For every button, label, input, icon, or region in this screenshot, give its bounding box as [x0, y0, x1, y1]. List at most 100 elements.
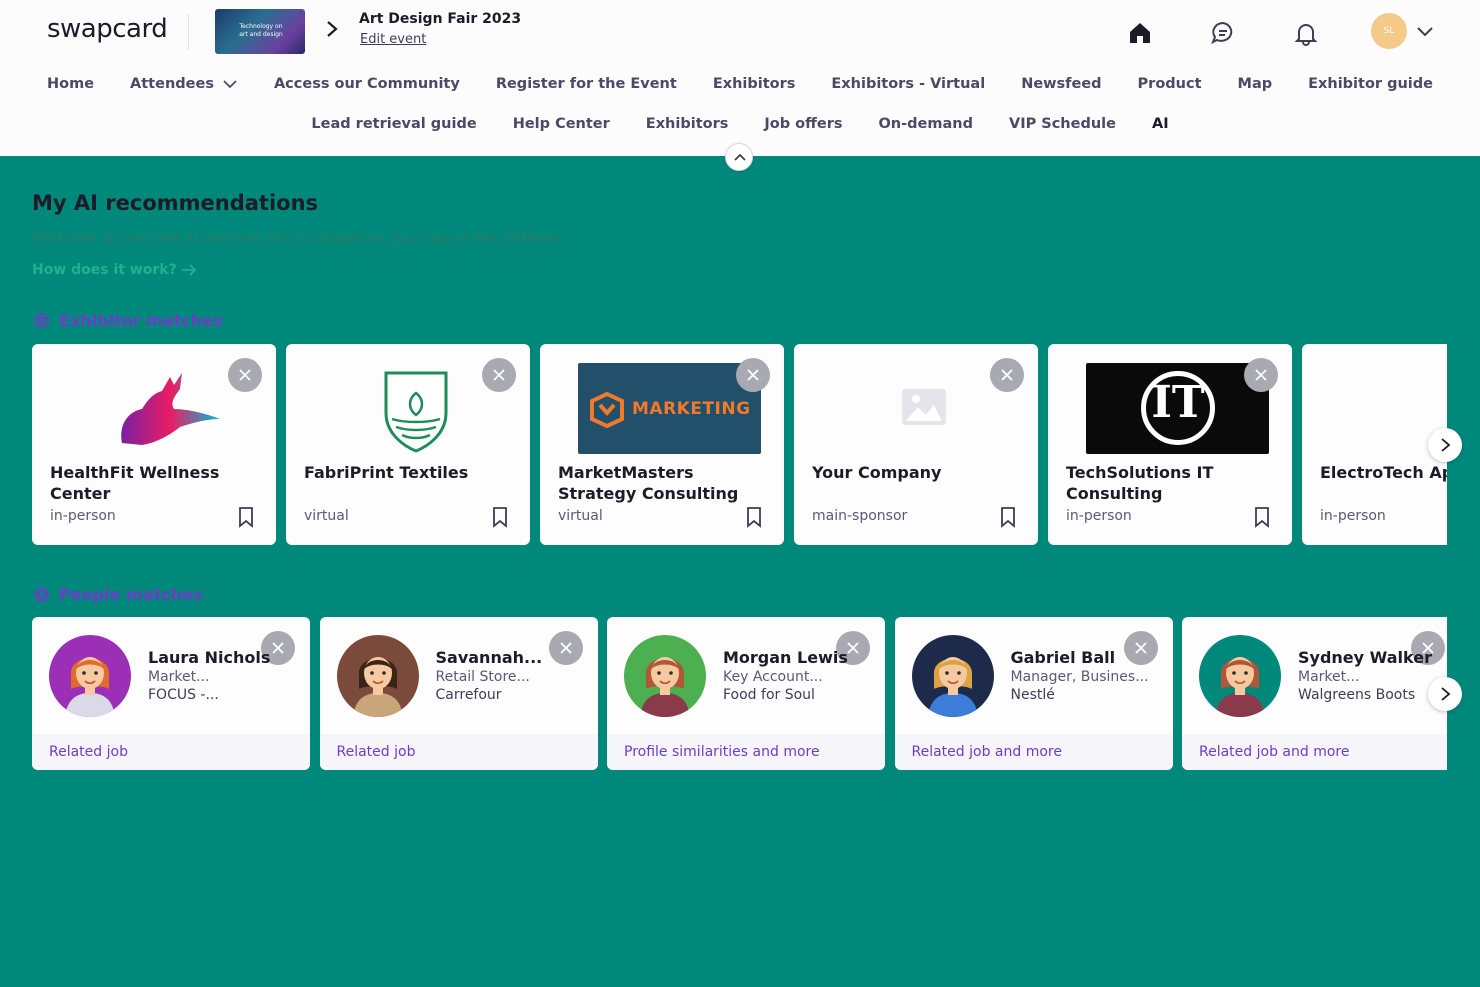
chevron-up-icon: [734, 153, 746, 161]
person-avatar: [1199, 635, 1281, 717]
collapse-nav-button[interactable]: [725, 143, 753, 171]
nav-item-ai[interactable]: AI: [1152, 116, 1169, 132]
exhibitor-card[interactable]: ElectroTech Ap in-person: [1302, 344, 1447, 545]
person-name: Laura Nichols: [148, 648, 271, 667]
scroll-right-button[interactable]: [1428, 428, 1462, 462]
nav-item-product[interactable]: Product: [1138, 76, 1202, 92]
marketing-logo-mark: [590, 391, 624, 429]
nav-item-register[interactable]: Register for the Event: [496, 76, 677, 92]
match-reason[interactable]: Related job and more: [1182, 734, 1447, 770]
exhibitor-type: main-sponsor: [812, 508, 908, 524]
home-icon[interactable]: [1127, 20, 1153, 46]
edit-event-link[interactable]: Edit event: [360, 32, 426, 47]
nav-item-access-community[interactable]: Access our Community: [274, 76, 460, 92]
bookmark-icon[interactable]: [491, 506, 509, 528]
bookmark-icon[interactable]: [1253, 506, 1271, 528]
nav-item-exhibitors-2[interactable]: Exhibitors: [646, 116, 729, 132]
page-title: My AI recommendations: [32, 191, 319, 215]
close-icon: [239, 369, 251, 381]
match-reason[interactable]: Profile similarities and more: [607, 734, 885, 770]
event-thumbnail[interactable]: Technology on art and design: [215, 9, 305, 54]
chevron-down-icon: [223, 80, 237, 89]
person-company: Carrefour: [435, 687, 502, 703]
chevron-down-icon[interactable]: [1414, 20, 1436, 42]
person-role: Key Account...: [723, 669, 823, 685]
nav-item-on-demand[interactable]: On-demand: [878, 116, 972, 132]
person-card[interactable]: Laura Nichols Market... FOCUS -... Related …: [32, 617, 310, 770]
nav-item-exhibitors-virtual[interactable]: Exhibitors - Virtual: [831, 76, 985, 92]
deer-logo: [121, 373, 220, 445]
nav-item-newsfeed[interactable]: Newsfeed: [1021, 76, 1101, 92]
nav-label: On-demand: [878, 116, 973, 132]
bell-icon[interactable]: [1293, 20, 1319, 46]
nav-item-lead-retrieval[interactable]: Lead retrieval guide: [311, 116, 476, 132]
nav-item-exhibitor-guide[interactable]: Exhibitor guide: [1308, 76, 1433, 92]
arrow-right-icon: [181, 264, 197, 276]
chevron-right-icon: [1441, 438, 1451, 452]
person-card[interactable]: Savannah... Retail Store... Carrefour Relat…: [319, 617, 598, 770]
nav-label: Product: [1137, 76, 1202, 92]
user-avatar[interactable]: SL: [1371, 13, 1407, 49]
person-card[interactable]: Gabriel Ball Manager, Busines... Nestlé Rel…: [894, 617, 1173, 770]
exhibitor-name: TechSolutions IT Consulting: [1066, 463, 1214, 503]
exhibitor-card[interactable]: HealthFit Wellness Center in-person: [32, 344, 276, 545]
nav-item-exhibitors[interactable]: Exhibitors: [713, 76, 796, 92]
dismiss-button[interactable]: [1123, 631, 1158, 665]
person-card[interactable]: Sydney Walker Market... Walgreens Boots Rel…: [1182, 617, 1447, 770]
bookmark-icon[interactable]: [745, 506, 763, 528]
scroll-right-button[interactable]: [1428, 677, 1462, 711]
it-logo-text: IT: [1151, 377, 1205, 428]
person-avatar: [911, 635, 994, 717]
exhibitor-card[interactable]: FabriPrint Textiles virtual: [286, 344, 530, 545]
person-role: Market...: [148, 669, 210, 685]
nav-item-help-center[interactable]: Help Center: [513, 116, 610, 132]
nav-item-map[interactable]: Map: [1238, 76, 1273, 92]
section-label: People matches: [59, 585, 203, 604]
dismiss-button[interactable]: [228, 358, 262, 392]
nav-item-job-offers[interactable]: Job offers: [764, 116, 842, 132]
nav-label: Lead retrieval guide: [311, 116, 477, 132]
close-icon: [747, 369, 759, 381]
match-reason[interactable]: Related job: [319, 734, 598, 770]
chat-icon[interactable]: [1210, 20, 1236, 46]
bookmark-icon[interactable]: [999, 506, 1017, 528]
dismiss-button[interactable]: [736, 358, 770, 392]
close-icon: [493, 369, 505, 381]
nav-item-attendees[interactable]: Attendees: [130, 76, 238, 92]
how-does-it-work-link[interactable]: How does it work?: [32, 262, 197, 278]
nav-label: AI: [1151, 116, 1169, 132]
swapcard-logo[interactable]: swapcard: [47, 14, 168, 44]
dismiss-button[interactable]: [1244, 358, 1278, 392]
dismiss-button[interactable]: [990, 358, 1024, 392]
marketing-logo-text: MARKETING: [632, 399, 751, 419]
match-reason[interactable]: Related job: [32, 734, 310, 770]
main-nav-row-1: Home Attendees Access our Community Regi…: [0, 76, 1480, 92]
exhibitor-card[interactable]: Your Company main-sponsor: [794, 344, 1038, 545]
nav-label: Access our Community: [273, 76, 460, 92]
bookmark-icon[interactable]: [237, 506, 255, 528]
nav-label: Exhibitor guide: [1308, 76, 1433, 92]
close-icon: [1255, 369, 1267, 381]
nav-label: Job offers: [764, 116, 843, 132]
exhibitor-type: in-person: [1066, 508, 1132, 524]
close-icon: [559, 642, 572, 654]
nav-label: Register for the Event: [495, 76, 677, 92]
nav-label: VIP Schedule: [1008, 116, 1116, 132]
section-label: Exhibitor matches: [59, 311, 223, 330]
dismiss-button[interactable]: [482, 358, 516, 392]
nav-label: Map: [1237, 76, 1273, 92]
main-nav-row-2: Lead retrieval guide Help Center Exhibit…: [0, 116, 1480, 132]
person-name: Sydney Walker: [1298, 648, 1432, 667]
shield-leaf-logo: [384, 371, 448, 453]
header: swapcard Technology on art and design Ar…: [0, 0, 1480, 156]
nav-item-home[interactable]: Home: [47, 76, 94, 92]
exhibitor-card[interactable]: IT TechSolutions IT Consulting in-person: [1048, 344, 1292, 545]
dismiss-button[interactable]: [548, 631, 583, 665]
event-thumbnail-text: Technology on art and design: [239, 23, 283, 38]
match-reason[interactable]: Related job and more: [894, 734, 1173, 770]
exhibitor-card[interactable]: MARKETING MarketMasters Strategy Consult…: [540, 344, 784, 545]
person-card[interactable]: Morgan Lewis Key Account... Food for Soul P…: [607, 617, 885, 770]
exhibitor-type: in-person: [1320, 508, 1386, 524]
nav-item-vip-schedule[interactable]: VIP Schedule: [1009, 116, 1116, 132]
person-name: Savannah...: [435, 648, 543, 667]
